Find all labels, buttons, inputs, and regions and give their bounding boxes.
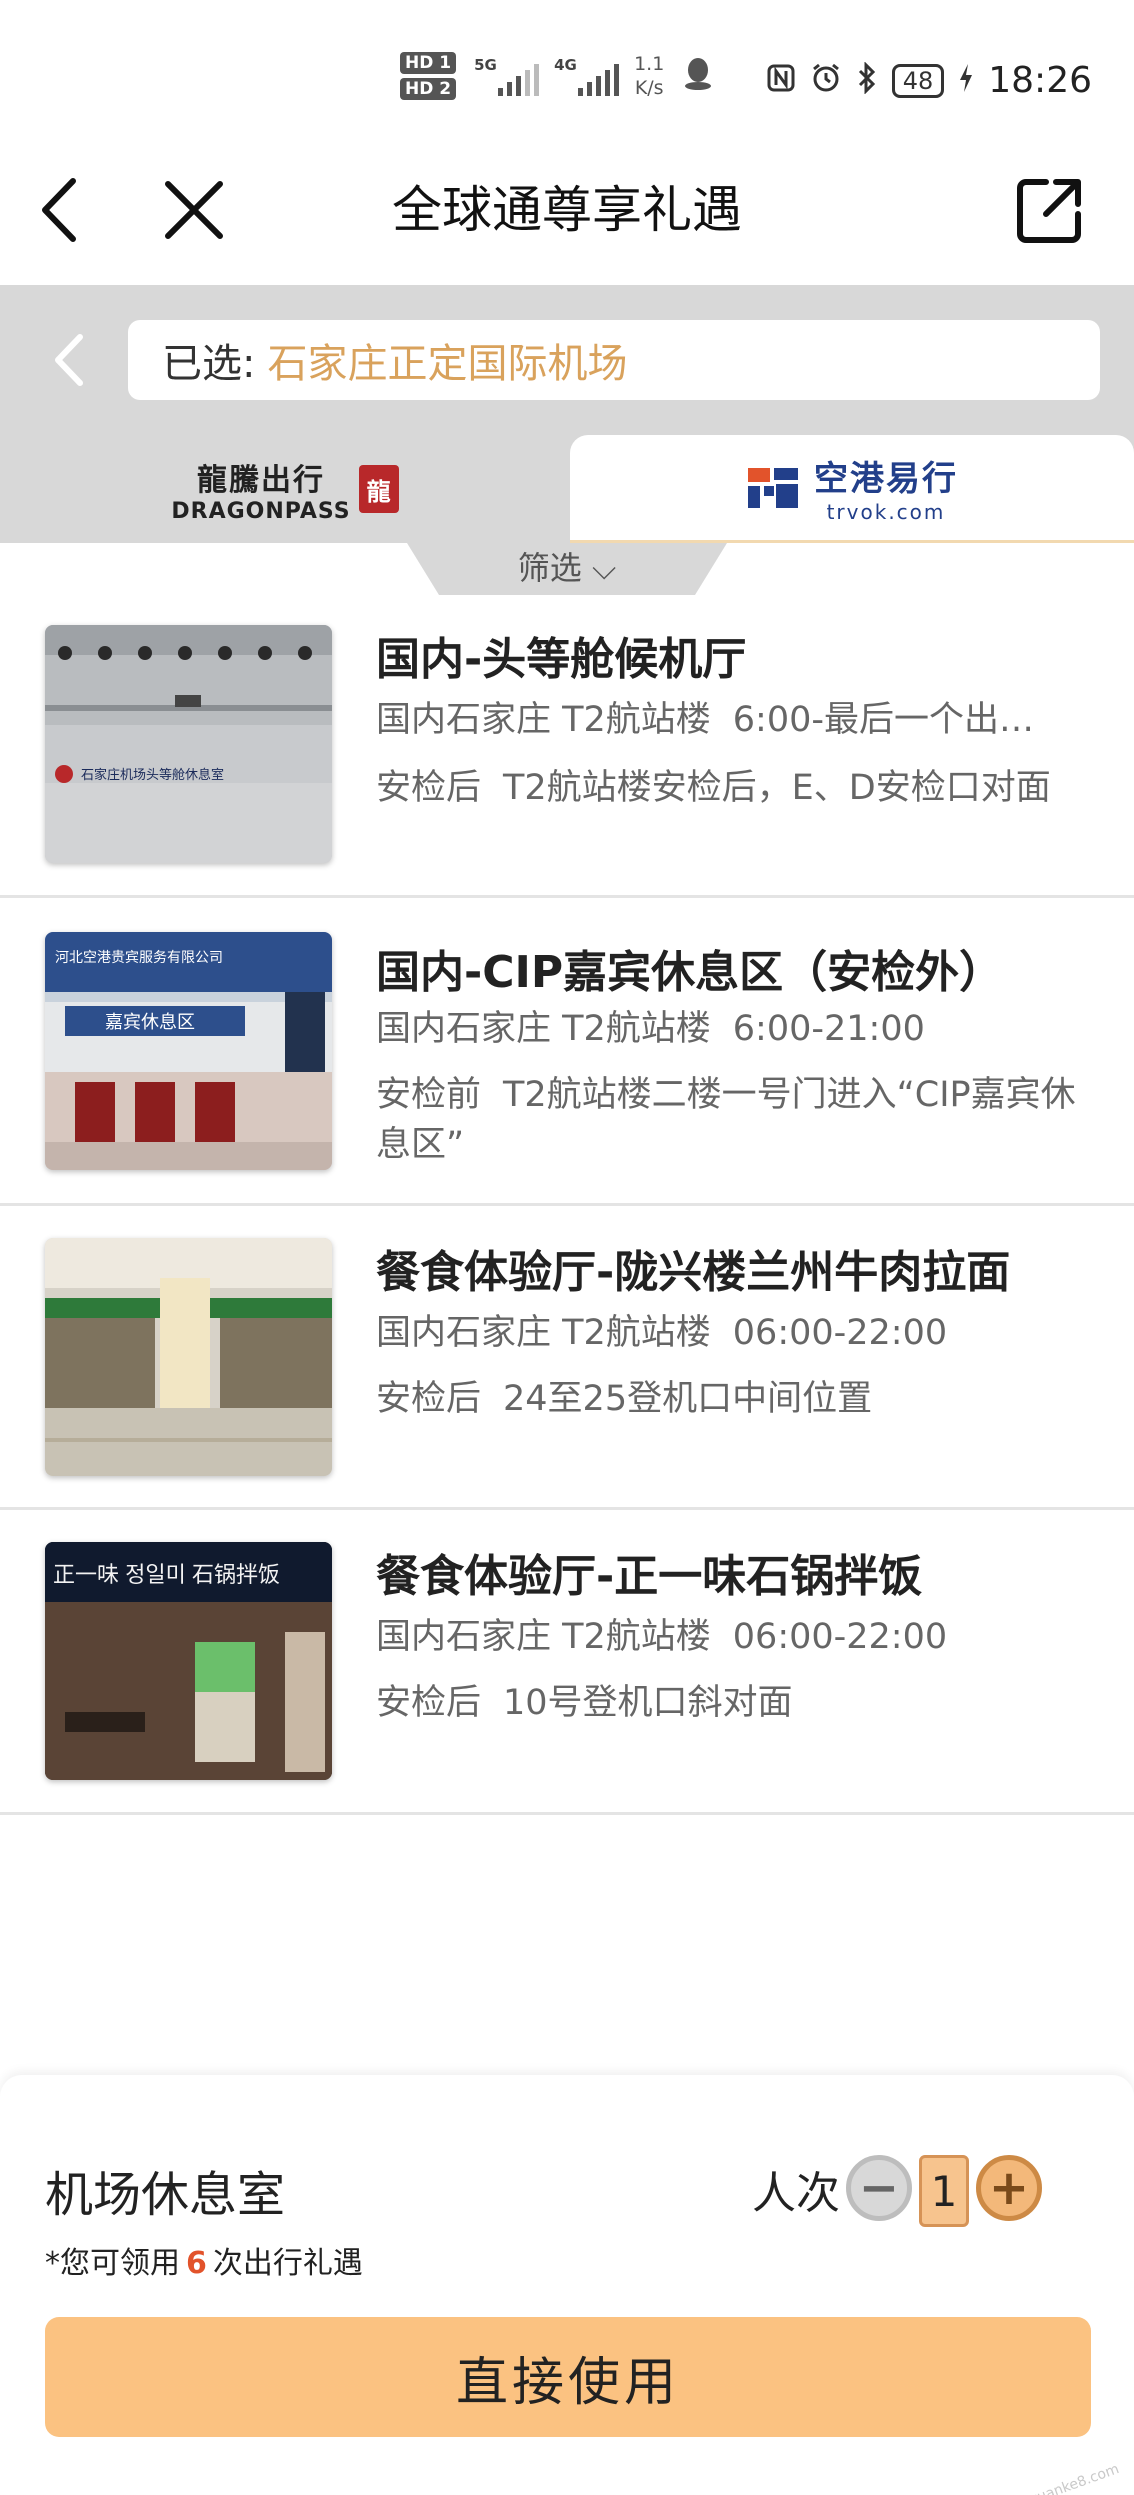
item-location-text: 国内石家庄 T2航站楼 <box>376 1617 711 1657</box>
dragonpass-en: DRAGONPASS <box>171 498 351 524</box>
trvok-cn: 空港易行 <box>814 459 958 499</box>
list-item[interactable]: 河北空港贵宾服务有限公司 嘉宾休息区 国内-CIP嘉宾休息区（安检外） 国内石家… <box>0 898 1134 1206</box>
trvok-logo: 空港易行 trvok.com <box>746 451 958 524</box>
lounge-thumbnail: 河北空港贵宾服务有限公司 嘉宾休息区 <box>45 932 332 1170</box>
item-direction: 安检后 10号登机口斜对面 <box>376 1678 1096 1728</box>
use-now-button[interactable]: 直接使用 <box>45 2317 1091 2437</box>
note-count: 6 <box>186 2246 207 2281</box>
bibimbap-sign-text: 正一味 정일미 石锅拌饭 <box>53 1562 280 1587</box>
hd-indicators: HD 1 HD 2 <box>400 52 457 100</box>
item-title: 国内-头等舱候机厅 <box>376 634 747 685</box>
list-item[interactable]: 餐食体验厅-陇兴楼兰州牛肉拉面 国内石家庄 T2航站楼 06:00-22:00 安… <box>0 1206 1134 1510</box>
filter-header: 已选: 石家庄正定国际机场 龍騰出行 DRAGONPASS 龍 空港易行 trv… <box>0 285 1134 543</box>
sim1-network-label: 5G <box>474 56 497 74</box>
item-direction: 安检后 24至25登机口中间位置 <box>376 1374 1096 1424</box>
airport-back-icon[interactable] <box>40 325 100 395</box>
item-title: 国内-CIP嘉宾休息区（安检外） <box>376 947 1004 998</box>
list-item[interactable]: 正一味 정일미 石锅拌饭 餐食体验厅-正一味石锅拌饭 国内石家庄 T2航站楼 06… <box>0 1510 1134 1815</box>
item-direction-text: 10号登机口斜对面 <box>503 1683 793 1723</box>
item-security: 安检后 <box>376 1379 482 1419</box>
bottom-panel: 机场休息室 *您可领用6次出行礼遇 人次 − 1 + 直接使用 赚客吧，有奖一起… <box>0 2075 1134 2495</box>
alarm-icon <box>810 62 842 100</box>
trvok-en: trvok.com <box>826 500 946 524</box>
dragonpass-logo: 龍騰出行 DRAGONPASS 龍 <box>171 455 399 524</box>
filter-button[interactable]: 筛选 ⌵ <box>407 543 727 595</box>
sim2-network-label: 4G <box>554 56 577 74</box>
lounge-thumbnail: 石家庄机场头等舱休息室 <box>45 625 332 863</box>
note-suffix: 次出行礼遇 <box>212 2246 363 2281</box>
quantity-value[interactable]: 1 <box>919 2155 969 2227</box>
speed-unit: K/s <box>634 77 664 99</box>
filter-label: 筛选 ⌵ <box>517 549 617 587</box>
item-direction: 安检前 T2航站楼二楼一号门进入“CIP嘉宾休息区” <box>376 1070 1096 1170</box>
item-title: 餐食体验厅-正一味石锅拌饭 <box>376 1551 923 1602</box>
cip-sign-text: 嘉宾休息区 <box>105 1012 195 1032</box>
hd2-badge: HD 2 <box>400 78 457 100</box>
battery-icon: 48 <box>891 63 945 98</box>
dragon-seal-icon: 龍 <box>358 465 399 513</box>
item-direction: 安检后 T2航站楼安检后，E、D安检口对面 <box>376 763 1096 813</box>
trvok-mark-icon <box>746 464 802 512</box>
item-hours: 06:00-22:00 <box>732 1617 948 1657</box>
item-hours: 6:00-21:00 <box>732 1009 925 1049</box>
bluetooth-icon <box>856 60 878 100</box>
page-title: 全球通尊享礼遇 <box>392 181 742 239</box>
item-security: 安检后 <box>376 1683 482 1723</box>
selected-airport-field[interactable]: 已选: 石家庄正定国际机场 <box>128 320 1100 400</box>
qq-icon <box>682 56 714 96</box>
item-location: 国内石家庄 T2航站楼 06:00-22:00 <box>376 1612 1096 1662</box>
benefit-note: *您可领用 6 次出行礼遇 <box>45 2238 363 2282</box>
item-direction-text: T2航站楼安检后，E、D安检口对面 <box>503 768 1051 808</box>
increase-button[interactable]: + <box>976 2155 1042 2221</box>
signal-4g-icon: 4G <box>554 52 620 100</box>
nfc-icon <box>766 63 796 99</box>
status-left: HD 1 HD 2 5G 4G 1.1 K/s <box>400 52 714 100</box>
share-icon[interactable] <box>1010 170 1090 250</box>
tab-dragonpass[interactable]: 龍騰出行 DRAGONPASS 龍 <box>0 435 570 543</box>
selected-airport: 石家庄正定国际机场 <box>267 341 628 387</box>
item-title: 餐食体验厅-陇兴楼兰州牛肉拉面 <box>376 1247 1011 1298</box>
decrease-button[interactable]: − <box>846 2155 912 2221</box>
charging-icon <box>958 62 974 100</box>
item-location-text: 国内石家庄 T2航站楼 <box>376 700 711 740</box>
restaurant-thumbnail <box>45 1238 332 1476</box>
item-location: 国内石家庄 T2航站楼 6:00-最后一个出… <box>376 695 1096 745</box>
signal-5g-icon: 5G <box>474 52 540 100</box>
lounge-sign-text: 石家庄机场头等舱休息室 <box>81 767 224 782</box>
item-location-text: 国内石家庄 T2航站楼 <box>376 1313 711 1353</box>
network-speed: 1.1 K/s <box>634 52 664 100</box>
status-bar: HD 1 HD 2 5G 4G 1.1 K/s 48 18:26 <box>0 0 1134 150</box>
restaurant-thumbnail: 正一味 정일미 石锅拌饭 <box>45 1542 332 1780</box>
service-type: 机场休息室 <box>45 2167 286 2223</box>
item-hours: 6:00-最后一个出… <box>732 700 1035 740</box>
selected-prefix: 已选: <box>162 341 256 387</box>
item-security: 安检前 <box>376 1075 482 1115</box>
watermark: 赚客吧，有奖一起赚！ zuanke8.com <box>892 2458 1122 2495</box>
item-direction-text: 24至25登机口中间位置 <box>503 1379 873 1419</box>
list-item[interactable]: 石家庄机场头等舱休息室 国内-头等舱候机厅 国内石家庄 T2航站楼 6:00-最后… <box>0 595 1134 898</box>
note-prefix: *您可领用 <box>45 2246 180 2281</box>
hd1-badge: HD 1 <box>400 52 457 74</box>
nav-bar: 全球通尊享礼遇 <box>0 150 1134 285</box>
item-security: 安检后 <box>376 768 482 808</box>
speed-value: 1.1 <box>634 53 665 75</box>
item-location: 国内石家庄 T2航站楼 06:00-22:00 <box>376 1308 1096 1358</box>
item-hours: 06:00-22:00 <box>732 1313 948 1353</box>
count-label: 人次 <box>752 2168 840 2219</box>
item-location-text: 国内石家庄 T2航站楼 <box>376 1009 711 1049</box>
clock: 18:26 <box>988 60 1092 101</box>
cip-sign-top-text: 河北空港贵宾服务有限公司 <box>55 949 223 965</box>
item-location: 国内石家庄 T2航站楼 6:00-21:00 <box>376 1004 1096 1054</box>
status-right: 48 18:26 <box>766 60 1092 101</box>
tab-trvok[interactable]: 空港易行 trvok.com <box>570 435 1134 543</box>
dragonpass-cn: 龍騰出行 <box>196 462 325 498</box>
